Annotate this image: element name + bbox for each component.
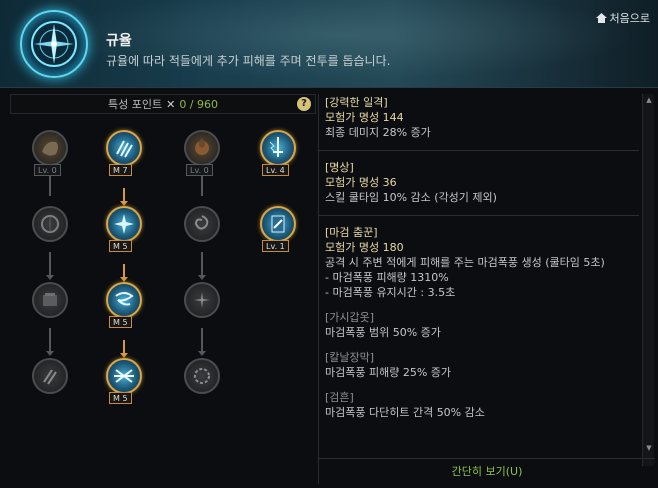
divider [319, 150, 639, 151]
trait-points-label: 특성 포인트 [107, 98, 163, 111]
flame-orb-icon [195, 138, 209, 155]
level-badge-r1c1: Lv. 0 [34, 164, 61, 176]
level-value: 5 [122, 242, 128, 251]
help-icon[interactable]: ? [297, 97, 311, 111]
trait-node-r1c1[interactable] [32, 130, 68, 166]
ring-of-spikes-icon [194, 368, 210, 384]
beast-icon [42, 141, 58, 156]
scroll-down-arrow-icon[interactable]: ▼ [645, 444, 653, 452]
section-title: [강력한 일격] [325, 96, 388, 109]
m-badge: M [113, 394, 120, 403]
trait-section-powerful-strike: [강력한 일격] 모험가 명성 144 최종 데미지 28% 증가 [319, 94, 639, 140]
sword-lightning-icon [269, 137, 283, 157]
section-effect: 스킬 쿨타임 10% 감소 (각성기 제외) [325, 191, 497, 204]
m-badge: M [113, 318, 120, 327]
cross-icon: ✕ [166, 97, 176, 111]
m-badge: M [113, 242, 120, 251]
trait-points-value: 0 / 960 [179, 97, 219, 111]
details-scrollbar[interactable]: ▲ ▼ [642, 94, 654, 466]
sub-trait-effect: 마검폭풍 다단히트 간격 50% 감소 [325, 406, 485, 419]
level-value: 5 [122, 394, 128, 403]
tree-connector [49, 176, 51, 196]
sub-trait-title: [가시갑옷] [325, 311, 375, 324]
home-label: 처음으로 [609, 12, 650, 25]
level-badge-r1c2: M 7 [109, 164, 132, 176]
trait-node-r4c3[interactable] [184, 358, 220, 394]
sub-trait-title: [칼날장막] [325, 351, 375, 364]
trait-node-r2c3[interactable] [184, 206, 220, 242]
sub-trait-effect: 마검폭풍 범위 50% 증가 [325, 326, 441, 339]
sub-trait-effect: 마검폭풍 피해량 25% 증가 [325, 366, 452, 379]
home-button[interactable]: 처음으로 [595, 10, 650, 26]
tornado-icon [115, 292, 134, 306]
level-badge-r1c4: Lv. 4 [262, 164, 289, 176]
trait-node-r3c1[interactable] [32, 282, 68, 318]
sub-trait-title: [검흔] [325, 391, 354, 404]
trait-node-r1c3[interactable] [184, 130, 220, 166]
section-title: [마검 춤꾼] [325, 226, 378, 239]
rune-card-icon [271, 215, 285, 233]
m-badge: M [113, 166, 120, 175]
trait-node-r1c4[interactable] [260, 130, 296, 166]
trait-tree: Lv. 0 M 7 Lv. 0 Lv. 4 M 5 Lv. 1 M 5 M 5 [6, 122, 316, 484]
level-badge-r1c3: Lv. 0 [186, 164, 213, 176]
section-effect: 최종 데미지 28% 증가 [325, 126, 431, 139]
trait-node-r2c4[interactable] [260, 206, 296, 242]
tree-arrow [46, 275, 54, 280]
trait-section-meditation: [명상] 모험가 명성 36 스킬 쿨타임 10% 감소 (각성기 제외) [319, 159, 639, 205]
cross-slash-icon [114, 369, 134, 383]
slash-marks-icon [43, 369, 57, 385]
level-value: 7 [122, 166, 128, 175]
armor-icon [43, 293, 57, 306]
level-badge-r3c2: M 5 [109, 316, 132, 328]
header-banner: 규율 규율에 따라 적들에게 추가 피해를 주며 전투를 돕습니다. 처음으로 [0, 0, 658, 88]
scroll-up-arrow-icon[interactable]: ▲ [645, 96, 653, 104]
tree-arrow [198, 275, 206, 280]
level-badge-r2c2: M 5 [109, 240, 132, 252]
trait-node-r2c1[interactable] [32, 206, 68, 242]
compass-emblem-icon [20, 10, 88, 78]
vortex-icon [194, 215, 209, 230]
tree-connector [201, 176, 203, 196]
trait-node-r4c2[interactable] [106, 358, 142, 394]
level-badge-r2c4: Lv. 1 [262, 240, 289, 252]
section-effect: 공격 시 주변 적에게 피해를 주는 마검폭풍 생성 (쿨타임 5초) [325, 256, 605, 269]
trait-details-panel: [강력한 일격] 모험가 명성 144 최종 데미지 28% 증가 [명상] 모… [318, 94, 655, 484]
level-badge-r4c2: M 5 [109, 392, 132, 404]
trait-node-r2c2[interactable] [106, 206, 142, 242]
level-value: 5 [122, 318, 128, 327]
trait-node-r4c1[interactable] [32, 358, 68, 394]
blade-burst-icon [114, 214, 134, 234]
skill-tree-panel: 특성 포인트 ✕ 0 / 960 ? Lv. 0 M 7 Lv. 0 Lv. 4… [6, 94, 316, 484]
section-title: [명상] [325, 161, 354, 174]
section-requirement: 모험가 명성 36 [325, 176, 397, 189]
simple-view-button[interactable]: 간단히 보기(U) [319, 458, 655, 484]
trait-node-r1c2[interactable] [106, 130, 142, 166]
home-icon [595, 13, 607, 23]
section-requirement: 모험가 명성 180 [325, 241, 404, 254]
page-title: 규율 [106, 33, 132, 49]
thorn-burst-icon [194, 292, 210, 308]
tree-arrow [46, 351, 54, 356]
tree-arrow [198, 351, 206, 356]
section-requirement: 모험가 명성 144 [325, 111, 404, 124]
trait-section-blade-dancer: [마검 춤꾼] 모험가 명성 180 공격 시 주변 적에게 피해를 주는 마검… [319, 224, 639, 420]
trait-node-r3c2[interactable] [106, 282, 142, 318]
claw-slash-icon [116, 140, 133, 158]
swirl-icon [41, 215, 59, 233]
section-effect: - 마검폭풍 유지시간 : 3.5초 [325, 286, 456, 299]
page-description: 규율에 따라 적들에게 추가 피해를 주며 전투를 돕습니다. [106, 54, 391, 68]
trait-points-bar: 특성 포인트 ✕ 0 / 960 ? [10, 94, 316, 114]
section-effect: - 마검폭풍 피해량 1310% [325, 271, 449, 284]
divider [319, 215, 639, 216]
details-scroll-area[interactable]: [강력한 일격] 모험가 명성 144 최종 데미지 28% 증가 [명상] 모… [319, 94, 639, 454]
trait-node-r3c3[interactable] [184, 282, 220, 318]
